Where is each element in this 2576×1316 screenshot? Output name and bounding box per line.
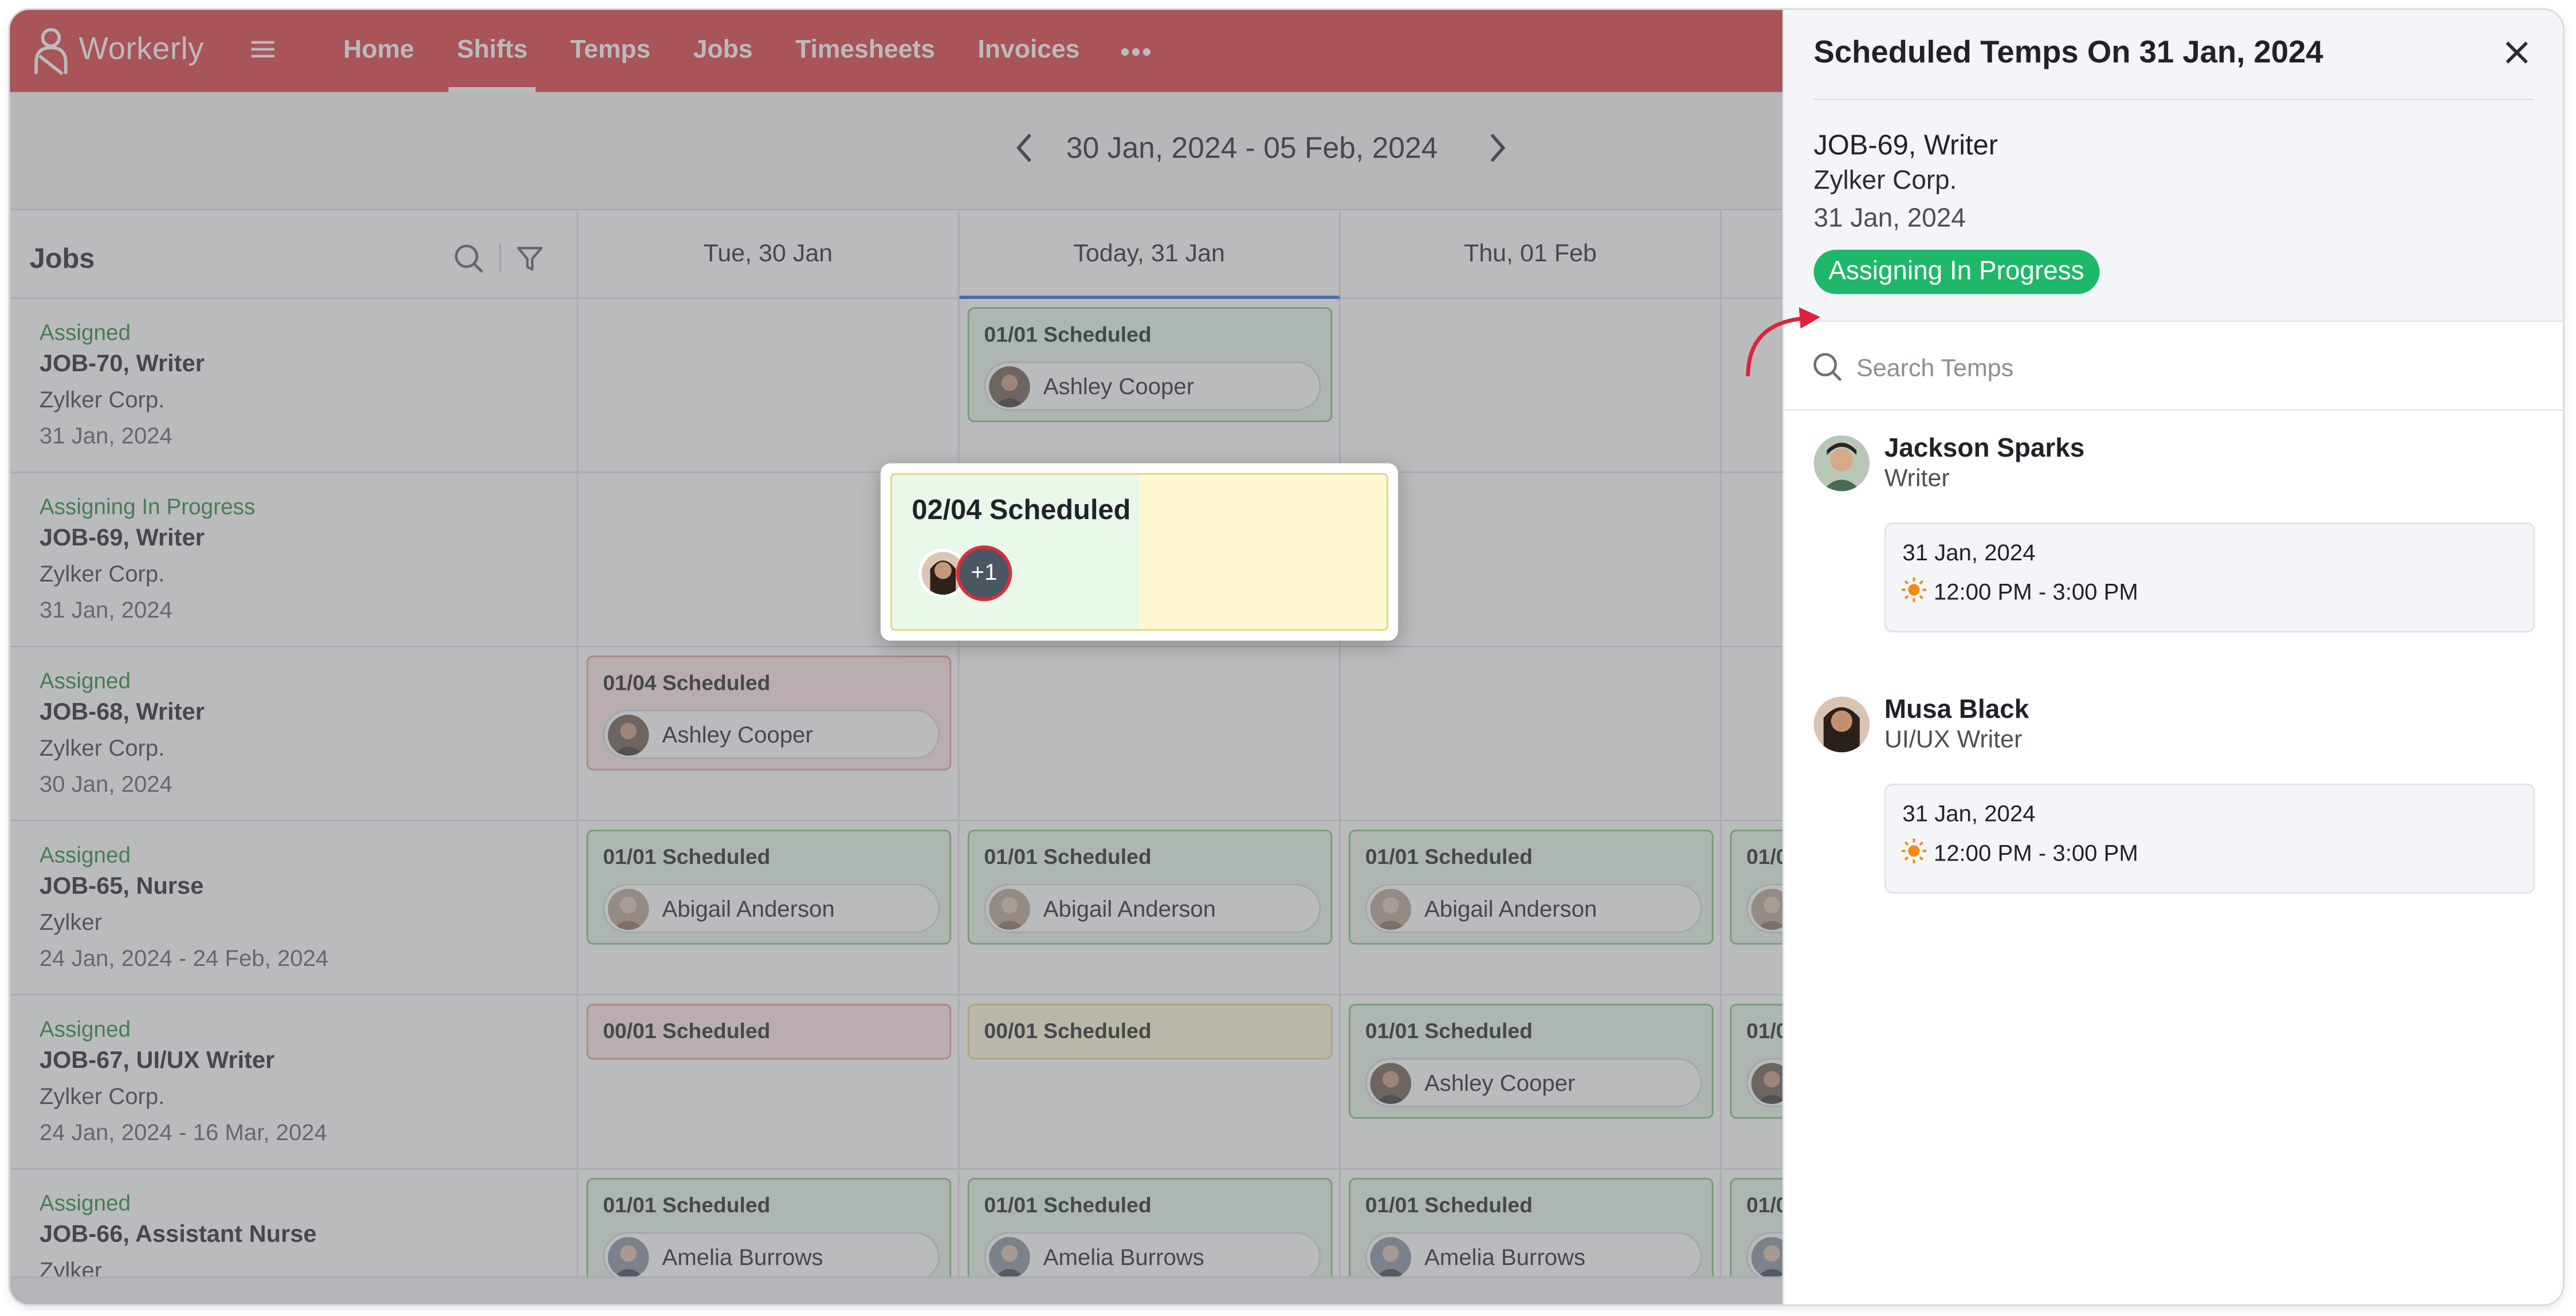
app-window: Workerly Home Shifts Temps Jobs Timeshee… xyxy=(10,10,2563,1305)
panel-job-name: JOB-69, Writer xyxy=(1813,129,1998,161)
temp-search-bar xyxy=(1784,324,2563,411)
shift-date: 31 Jan, 2024 xyxy=(1902,539,2036,565)
shift-date: 31 Jan, 2024 xyxy=(1902,800,2036,827)
highlighted-shift-card[interactable]: 02/04 Scheduled +1 xyxy=(880,463,1399,641)
panel-client: Zylker Corp. xyxy=(1813,167,1957,196)
more-temps-badge[interactable]: +1 xyxy=(956,545,1012,602)
temp-role: UI/UX Writer xyxy=(1884,726,2023,755)
sun-icon xyxy=(1901,577,1926,602)
pointer-arrow-icon xyxy=(1746,307,1821,376)
status-badge: Assigning In Progress xyxy=(1813,249,2099,294)
panel-date: 31 Jan, 2024 xyxy=(1813,205,1966,234)
search-temps-input[interactable] xyxy=(1856,347,2514,390)
shift-time-card: 31 Jan, 2024 12:00 PM - 3:00 PM xyxy=(1884,522,2535,633)
modal-backdrop[interactable] xyxy=(10,10,1784,1305)
shift-time: 12:00 PM - 3:00 PM xyxy=(1933,578,2138,605)
shift-card[interactable]: 02/04 Scheduled +1 xyxy=(890,473,1388,631)
divider xyxy=(1813,99,2534,100)
avatar xyxy=(1813,435,1870,492)
shift-time: 12:00 PM - 3:00 PM xyxy=(1933,839,2138,866)
shift-time-card: 31 Jan, 2024 12:00 PM - 3:00 PM xyxy=(1884,783,2535,894)
shift-status: 02/04 Scheduled xyxy=(912,494,1131,526)
scheduled-temps-panel: Scheduled Temps On 31 Jan, 2024 JOB-69, … xyxy=(1782,10,2563,1305)
temp-role: Writer xyxy=(1884,465,1950,493)
panel-header: Scheduled Temps On 31 Jan, 2024 JOB-69, … xyxy=(1784,10,2563,322)
temp-name: Jackson Sparks xyxy=(1884,435,2085,463)
sun-icon xyxy=(1901,838,1926,863)
avatar xyxy=(1813,696,1870,753)
close-icon[interactable] xyxy=(2502,38,2532,68)
temp-name: Musa Black xyxy=(1884,696,2029,725)
panel-title: Scheduled Temps On 31 Jan, 2024 xyxy=(1813,36,2323,71)
